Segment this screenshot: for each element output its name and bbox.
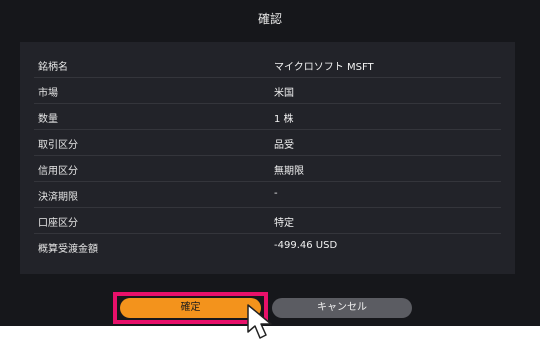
detail-row-market: 市場 米国 <box>34 78 501 104</box>
detail-label: 市場 <box>38 88 58 99</box>
cancel-button[interactable]: キャンセル <box>272 298 412 318</box>
detail-label: 数量 <box>38 114 58 125</box>
detail-row-account-type: 口座区分 特定 <box>34 208 501 234</box>
detail-label: 銘柄名 <box>38 62 68 73</box>
detail-value: 無期限 <box>274 166 304 177</box>
detail-label: 口座区分 <box>38 218 78 229</box>
detail-label: 概算受渡金額 <box>38 244 98 255</box>
detail-value: 特定 <box>274 218 294 229</box>
mouse-pointer-icon <box>247 304 272 339</box>
detail-row-estimated-amount: 概算受渡金額 -499.46 USD <box>34 234 501 260</box>
detail-value: マイクロソフト MSFT <box>274 62 374 73</box>
detail-value: 品受 <box>274 140 294 151</box>
confirm-dialog: 確認 銘柄名 マイクロソフト MSFT 市場 米国 数量 1 株 取引区分 品受… <box>0 0 540 326</box>
confirm-button[interactable]: 確定 <box>120 298 261 318</box>
order-detail-list: 銘柄名 マイクロソフト MSFT 市場 米国 数量 1 株 取引区分 品受 信用… <box>34 52 501 260</box>
detail-value: -499.46 USD <box>274 240 338 251</box>
detail-row-quantity: 数量 1 株 <box>34 104 501 130</box>
detail-label: 決済期限 <box>38 192 78 203</box>
detail-value: - <box>274 188 278 199</box>
detail-row-margin-type: 信用区分 無期限 <box>34 156 501 182</box>
detail-row-settlement-deadline: 決済期限 - <box>34 182 501 208</box>
detail-label: 信用区分 <box>38 166 78 177</box>
detail-label: 取引区分 <box>38 140 78 151</box>
detail-value: 米国 <box>274 88 294 99</box>
dialog-title: 確認 <box>257 12 282 26</box>
detail-value: 1 株 <box>274 114 294 125</box>
order-summary-panel: 銘柄名 マイクロソフト MSFT 市場 米国 数量 1 株 取引区分 品受 信用… <box>20 42 515 274</box>
detail-row-symbol: 銘柄名 マイクロソフト MSFT <box>34 52 501 78</box>
detail-row-trade-type: 取引区分 品受 <box>34 130 501 156</box>
